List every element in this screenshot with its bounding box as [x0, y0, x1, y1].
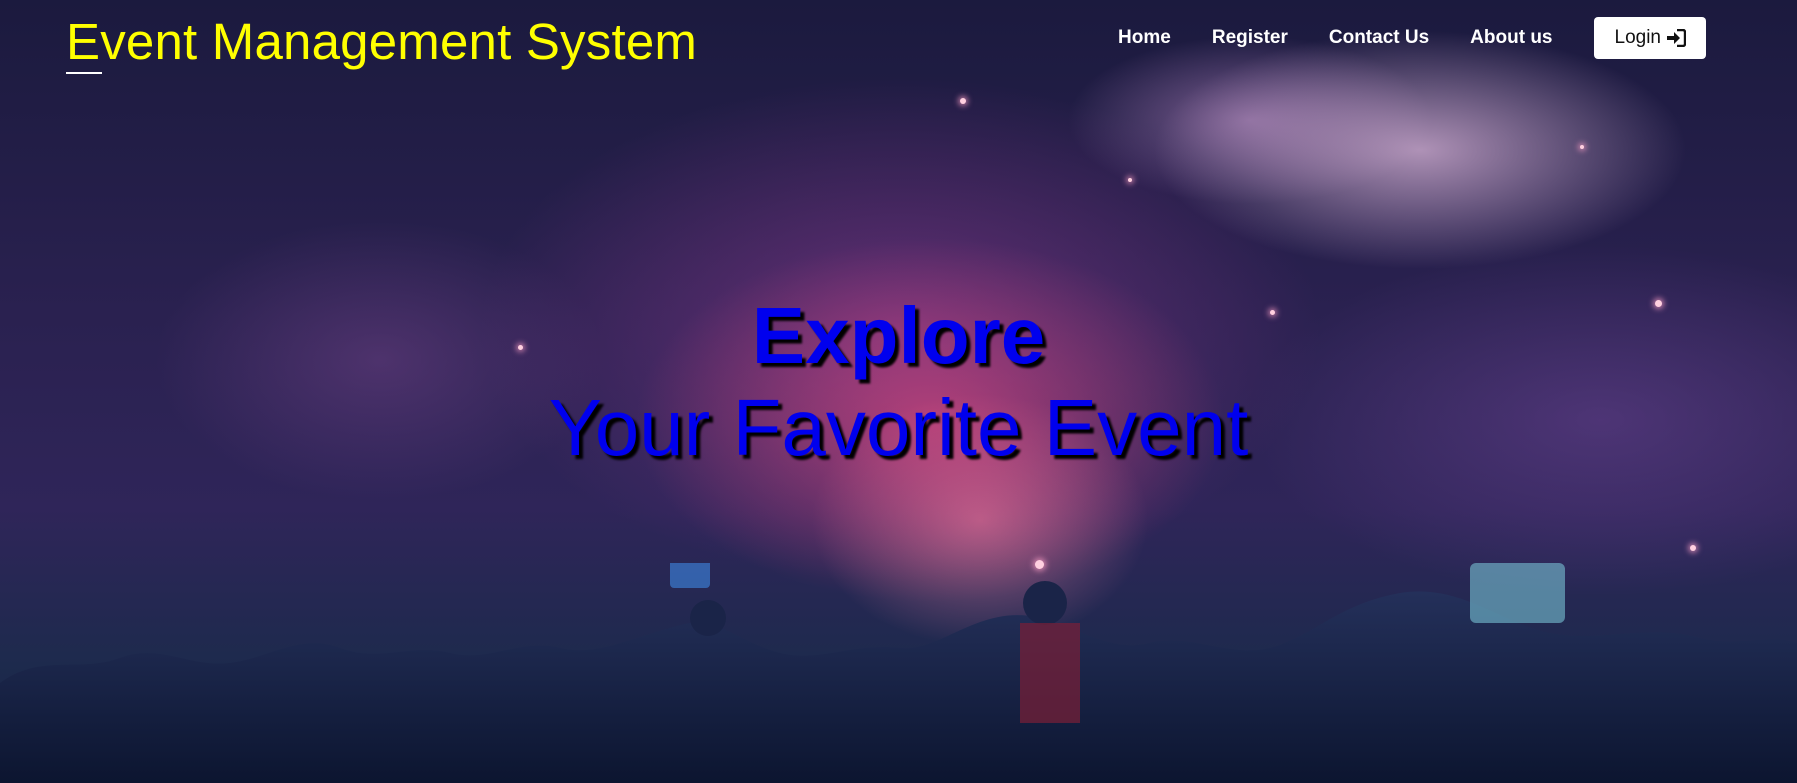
brand-title[interactable]: Event Management System: [66, 12, 697, 72]
sign-in-icon: [1666, 28, 1687, 48]
firework-spark: [1690, 545, 1696, 551]
nav-link-home[interactable]: Home: [1118, 27, 1171, 49]
hero-headline: Explore Your Favorite Event: [0, 290, 1797, 474]
top-navigation: Home Register Contact Us About us Login: [1118, 17, 1706, 59]
headline-favorite-event: Your Favorite Event: [548, 383, 1249, 472]
firework-spark: [1580, 145, 1584, 149]
nav-link-about-us[interactable]: About us: [1470, 27, 1552, 49]
firework-spark: [960, 98, 966, 104]
nav-link-contact-us[interactable]: Contact Us: [1329, 27, 1429, 49]
headline-explore: Explore: [751, 291, 1046, 380]
login-button[interactable]: Login: [1593, 17, 1706, 59]
firework-spark: [1035, 560, 1044, 569]
nav-link-register[interactable]: Register: [1212, 27, 1288, 49]
firework-spark: [1128, 178, 1132, 182]
login-button-label: Login: [1614, 27, 1662, 48]
crowd-silhouette: [0, 563, 1797, 783]
brand-underline: [66, 72, 102, 74]
